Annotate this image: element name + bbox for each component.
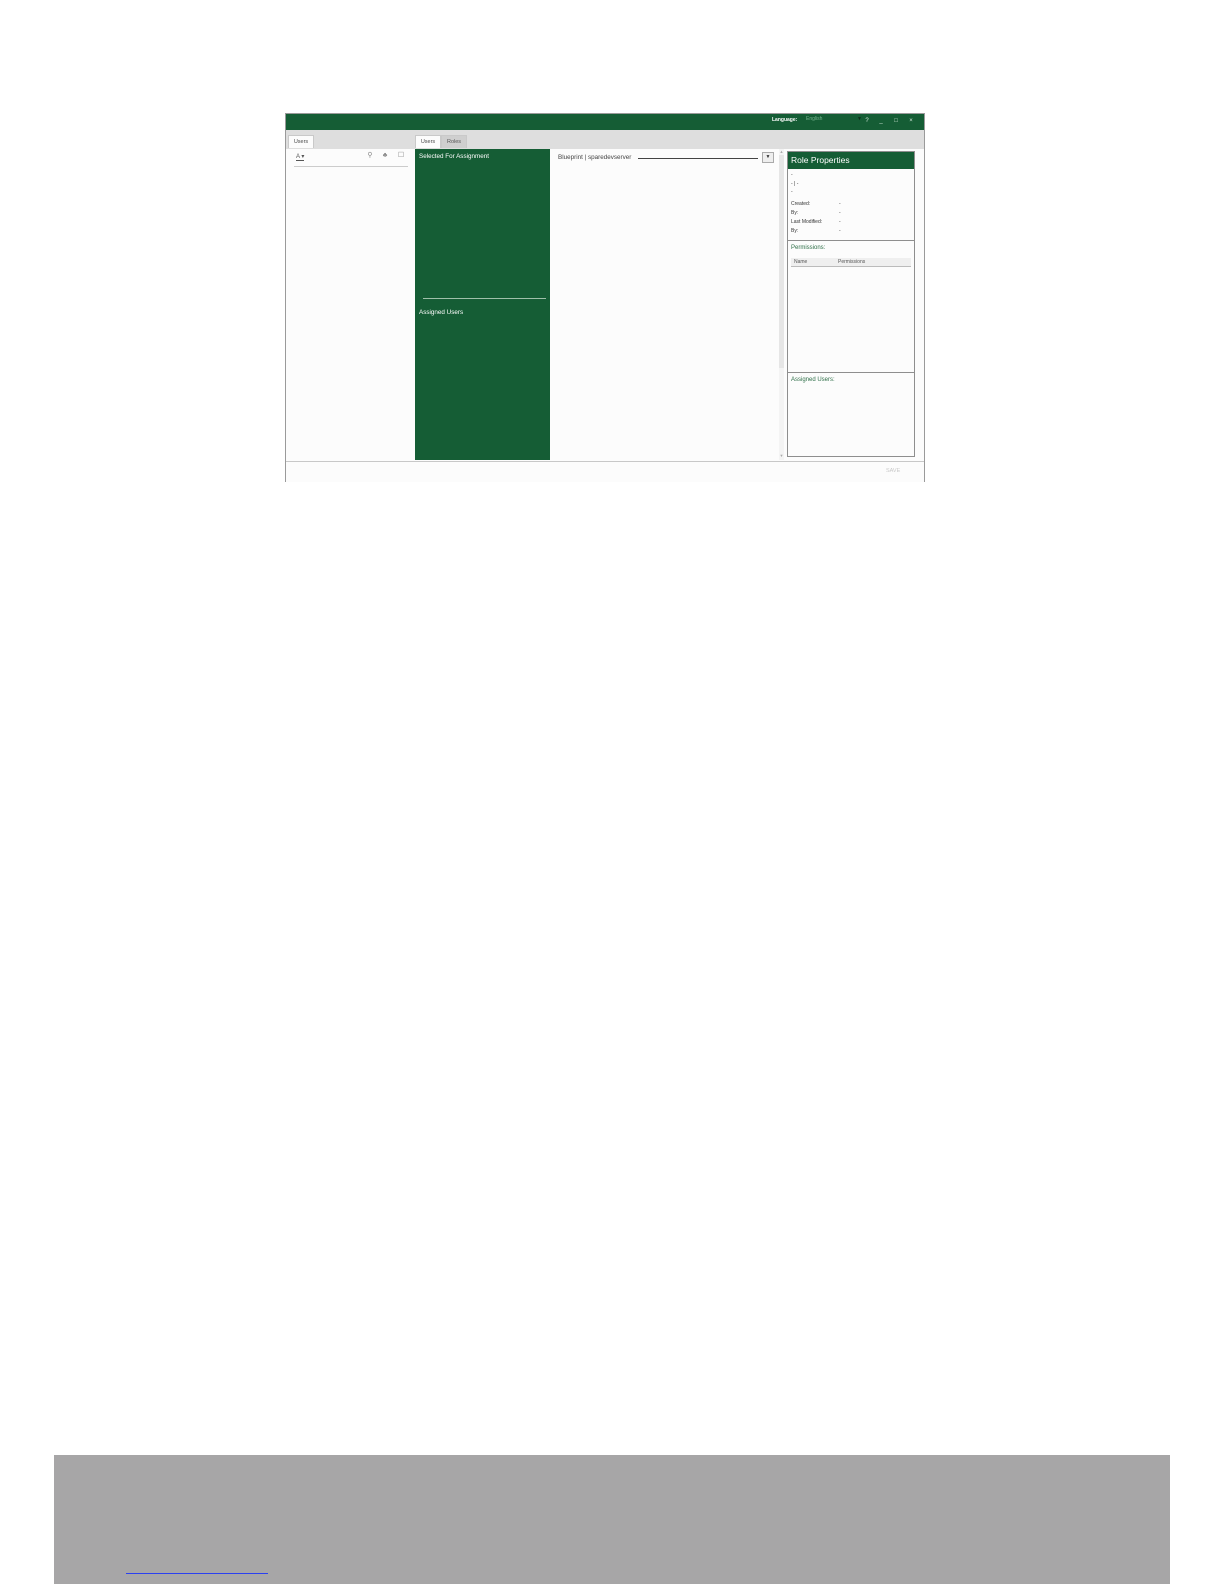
- permissions-col-name[interactable]: Name: [794, 258, 807, 266]
- select-all-icon[interactable]: ☐: [397, 152, 405, 160]
- maximize-button[interactable]: □: [891, 116, 901, 126]
- users-divider: [294, 166, 408, 167]
- properties-divider: [788, 240, 914, 241]
- selected-for-assignment-title: Selected For Assignment: [419, 153, 490, 160]
- title-bar: Language: English ▼ ? _ □ ×: [286, 114, 924, 130]
- save-button[interactable]: SAVE: [886, 468, 900, 474]
- language-label: Language:: [772, 117, 798, 123]
- footer-link[interactable]: [126, 1573, 268, 1574]
- scrollbar-thumb[interactable]: [779, 155, 784, 368]
- permissions-divider: [788, 372, 914, 373]
- caret-down-icon: ▾: [301, 154, 305, 160]
- users-panel: A ▾ ⚲ ♣ ☐: [288, 149, 412, 459]
- blueprint-rule: [638, 158, 758, 159]
- assignment-column: Selected For Assignment Assigned Users: [415, 149, 550, 460]
- add-user-icon[interactable]: ♣: [381, 152, 389, 160]
- tab-users-left[interactable]: Users: [288, 135, 314, 148]
- last-modified-label: Last Modified:: [791, 219, 823, 225]
- sort-dropdown[interactable]: A ▾: [296, 153, 305, 161]
- hierarchy-icon[interactable]: ⚲: [366, 152, 374, 160]
- blueprint-panel: Blueprint | sparedevserver ▼ ▲ ▼: [550, 149, 784, 460]
- app-window: Language: English ▼ ? _ □ × Users Users …: [285, 113, 925, 482]
- close-button[interactable]: ×: [906, 116, 916, 126]
- created-value: -: [839, 201, 841, 207]
- status-bar: SAVE: [286, 461, 924, 482]
- modified-by-value: -: [839, 228, 841, 234]
- role-description-value: - | -: [791, 181, 799, 187]
- language-select[interactable]: English ▼: [806, 116, 862, 126]
- help-button[interactable]: ?: [862, 116, 872, 126]
- blueprint-menu-button[interactable]: ▼: [762, 152, 774, 163]
- created-by-label: By:: [791, 210, 799, 216]
- tab-roles[interactable]: Roles: [441, 135, 467, 148]
- role-extra-value: -: [791, 189, 793, 195]
- permissions-label: Permissions:: [791, 245, 826, 251]
- role-properties-panel: Role Properties - - | - - Created: - By:…: [787, 151, 915, 457]
- role-properties-title: Role Properties: [788, 152, 914, 169]
- role-name-value: -: [791, 172, 793, 178]
- last-modified-value: -: [839, 219, 841, 225]
- language-value: English: [806, 116, 823, 122]
- tab-strip: [286, 130, 924, 149]
- created-by-value: -: [839, 210, 841, 216]
- blueprint-label: Blueprint | sparedevserver: [558, 154, 635, 161]
- scroll-up-icon[interactable]: ▲: [779, 149, 784, 154]
- created-label: Created:: [791, 201, 811, 207]
- scroll-down-icon[interactable]: ▼: [779, 453, 784, 458]
- assignment-divider: [423, 298, 546, 299]
- sort-label: A: [296, 154, 300, 160]
- page-footer: [54, 1455, 1170, 1584]
- minimize-button[interactable]: _: [876, 116, 886, 126]
- modified-by-label: By:: [791, 228, 799, 234]
- permissions-table-header: Name Permissions: [791, 258, 911, 267]
- assigned-users-title: Assigned Users: [419, 309, 464, 316]
- assigned-users-label: Assigned Users:: [791, 377, 835, 383]
- tab-users[interactable]: Users: [415, 135, 441, 148]
- permissions-col-permissions[interactable]: Permissions: [838, 258, 865, 266]
